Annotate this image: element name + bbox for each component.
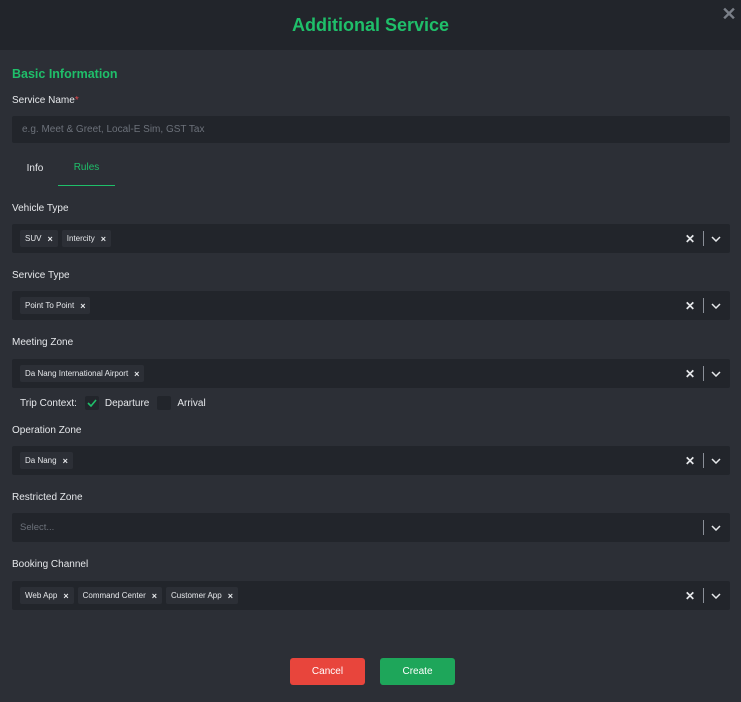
chip-meeting-da-nang-airport: Da Nang International Airport × — [20, 365, 145, 382]
operation-zone-label: Operation Zone — [12, 425, 82, 436]
trip-context-label: Trip Context: — [20, 397, 77, 409]
operation-zone-select[interactable]: Da Nang × ✕ — [12, 446, 730, 475]
modal-title: Additional Service — [291, 14, 450, 35]
divider — [703, 453, 704, 468]
chip-label: Point To Point — [25, 301, 75, 310]
chip-label: Da Nang — [25, 456, 57, 465]
chip-channel-command-center: Command Center × — [77, 587, 162, 604]
tab-bar: Info Rules — [12, 150, 730, 186]
tab-info[interactable]: Info — [12, 150, 58, 186]
chip-label: SUV — [25, 234, 42, 243]
chevron-down-icon[interactable] — [710, 300, 722, 312]
clear-icon[interactable]: ✕ — [683, 299, 697, 313]
create-button[interactable]: Create — [380, 658, 455, 685]
divider — [703, 231, 704, 246]
chip-operation-da-nang: Da Nang × — [20, 452, 73, 469]
chip-channel-web-app: Web App × — [20, 587, 74, 604]
departure-checkbox[interactable] — [84, 396, 99, 410]
meeting-zone-select[interactable]: Da Nang International Airport × ✕ — [12, 359, 730, 388]
chip-service-point-to-point: Point To Point × — [20, 297, 91, 314]
restricted-zone-label: Restricted Zone — [12, 492, 83, 503]
restricted-zone-select[interactable]: Select... — [12, 513, 730, 542]
meeting-zone-label: Meeting Zone — [12, 337, 74, 348]
service-type-select[interactable]: Point To Point × ✕ — [12, 291, 730, 320]
trip-context: Trip Context: Departure Arrival — [20, 395, 206, 411]
chevron-down-icon[interactable] — [710, 455, 722, 467]
clear-icon[interactable]: ✕ — [683, 232, 697, 246]
chip-channel-customer-app: Customer App × — [166, 587, 238, 604]
service-name-input[interactable]: e.g. Meet & Greet, Local-E Sim, GST Tax — [12, 116, 730, 143]
remove-chip-icon[interactable]: × — [101, 234, 106, 244]
remove-chip-icon[interactable]: × — [63, 456, 68, 466]
service-name-label-text: Service Name — [12, 95, 75, 106]
divider — [703, 366, 704, 381]
divider — [703, 588, 704, 603]
divider — [703, 298, 704, 313]
cancel-button[interactable]: Cancel — [290, 658, 365, 685]
clear-icon[interactable]: ✕ — [683, 454, 697, 468]
remove-chip-icon[interactable]: × — [47, 234, 52, 244]
vehicle-type-select[interactable]: SUV × Intercity × ✕ — [12, 224, 730, 253]
remove-chip-icon[interactable]: × — [80, 301, 85, 311]
chevron-down-icon[interactable] — [710, 233, 722, 245]
chevron-down-icon[interactable] — [710, 368, 722, 380]
service-name-placeholder: e.g. Meet & Greet, Local-E Sim, GST Tax — [22, 124, 205, 135]
chip-label: Web App — [25, 591, 58, 600]
chevron-down-icon[interactable] — [710, 590, 722, 602]
tab-rules[interactable]: Rules — [58, 150, 115, 186]
modal-header: Additional Service ✕ — [0, 0, 741, 50]
chevron-down-icon[interactable] — [710, 522, 722, 534]
chip-label: Intercity — [66, 234, 95, 243]
required-mark: * — [74, 95, 79, 106]
remove-chip-icon[interactable]: × — [134, 369, 139, 379]
section-title: Basic Information — [12, 67, 118, 81]
close-icon[interactable]: ✕ — [721, 5, 737, 23]
booking-channel-select[interactable]: Web App × Command Center × Customer App × ✕ — [12, 581, 730, 610]
arrival-label: Arrival — [177, 397, 206, 409]
clear-icon[interactable]: ✕ — [683, 367, 697, 381]
chip-label: Customer App — [171, 591, 222, 600]
booking-channel-label: Booking Channel — [12, 559, 89, 570]
service-type-label: Service Type — [12, 270, 70, 281]
service-name-label: Service Name* — [12, 95, 79, 106]
remove-chip-icon[interactable]: × — [63, 591, 68, 601]
restricted-zone-placeholder: Select... — [20, 522, 55, 533]
remove-chip-icon[interactable]: × — [228, 591, 233, 601]
chip-label: Da Nang International Airport — [25, 369, 129, 378]
clear-icon[interactable]: ✕ — [683, 589, 697, 603]
chip-label: Command Center — [82, 591, 146, 600]
check-icon — [87, 399, 97, 407]
chip-vehicle-intercity: Intercity × — [61, 230, 111, 247]
divider — [703, 520, 704, 535]
remove-chip-icon[interactable]: × — [152, 591, 157, 601]
vehicle-type-label: Vehicle Type — [12, 203, 69, 214]
arrival-checkbox[interactable] — [157, 396, 172, 410]
chip-vehicle-suv: SUV × — [20, 230, 58, 247]
departure-label: Departure — [104, 397, 150, 409]
